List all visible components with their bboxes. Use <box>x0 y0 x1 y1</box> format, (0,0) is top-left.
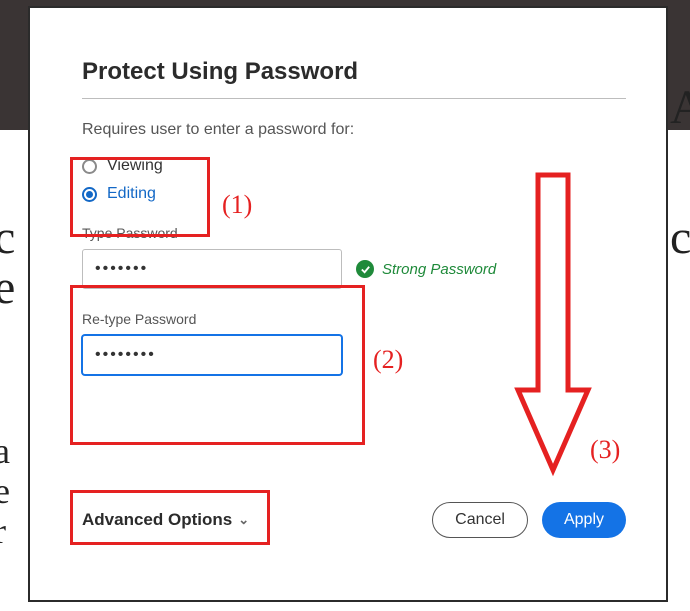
check-icon <box>356 260 374 278</box>
retype-label: Re-type Password <box>82 311 626 327</box>
password-label: Type Password <box>82 225 626 241</box>
background-text: e <box>0 260 15 315</box>
background-text: e <box>0 470 10 512</box>
radio-editing[interactable]: Editing <box>82 185 626 203</box>
background-text: c <box>670 210 690 265</box>
chevron-down-icon: ⌄ <box>238 512 249 528</box>
strength-text: Strong Password <box>382 261 496 278</box>
apply-button-label: Apply <box>564 511 604 529</box>
dialog-title: Protect Using Password <box>82 58 626 86</box>
password-strength: Strong Password <box>356 260 496 278</box>
apply-button[interactable]: Apply <box>542 502 626 538</box>
retype-password-input[interactable] <box>82 335 342 375</box>
advanced-options-toggle[interactable]: Advanced Options ⌄ <box>82 510 249 530</box>
radio-label: Editing <box>107 185 156 203</box>
cancel-button-label: Cancel <box>455 511 505 529</box>
password-input[interactable] <box>82 249 342 289</box>
background-text: c <box>0 210 15 265</box>
password-protect-dialog: Protect Using Password Requires user to … <box>28 6 668 602</box>
advanced-options-label: Advanced Options <box>82 510 232 530</box>
background-text: a <box>0 430 10 472</box>
radio-viewing[interactable]: Viewing <box>82 157 626 175</box>
background-text: A <box>670 80 690 135</box>
cancel-button[interactable]: Cancel <box>432 502 528 538</box>
radio-label: Viewing <box>107 157 163 175</box>
radio-icon <box>82 159 97 174</box>
background-text: r <box>0 510 6 552</box>
divider <box>82 98 626 99</box>
dialog-subtitle: Requires user to enter a password for: <box>82 121 626 139</box>
radio-icon <box>82 187 97 202</box>
